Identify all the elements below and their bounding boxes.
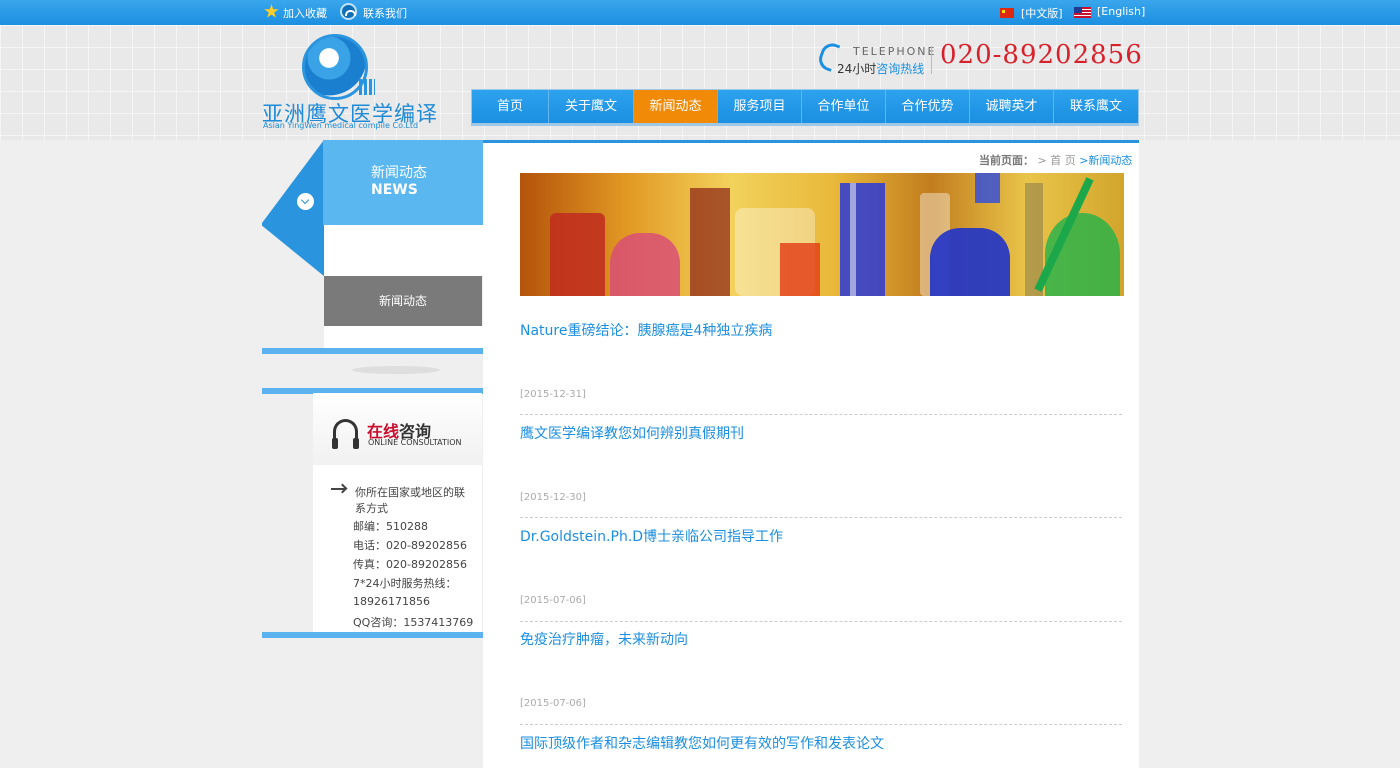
news-separator (520, 621, 1122, 622)
logo-name-en: Asian YingWen medical compile Co.Ltd (263, 121, 419, 130)
news-date-1: [2015-12-31] (520, 389, 586, 400)
sidebar-spacer-bottom (324, 326, 483, 348)
consult-phone: 电话：020-89202856 (353, 539, 467, 552)
hotline-divider (931, 46, 932, 74)
news-title-2[interactable]: 鹰文医学编译教您如何辨别真假期刊 (520, 423, 744, 443)
nav-item-about[interactable]: 关于鹰文 (549, 90, 634, 123)
sidebar-shadow (352, 366, 440, 374)
nav-item-careers[interactable]: 诚聘英才 (970, 90, 1054, 123)
news-separator (520, 724, 1122, 725)
hotline-label-en: TELEPHONE (853, 45, 937, 58)
breadcrumb-label: 当前页面： (979, 154, 1034, 167)
nav-item-services[interactable]: 服务项目 (718, 90, 802, 123)
news-date-4: [2015-07-06] (520, 698, 586, 709)
news-title-4[interactable]: 免疫治疗肿瘤，未来新动向 (520, 629, 688, 649)
consult-hotline-label: 7*24小时服务热线： (353, 577, 457, 590)
consult-bottom-line (262, 632, 483, 638)
consult-intro-line2: 系方式 (355, 502, 388, 515)
main-nav: 首页 关于鹰文 新闻动态 服务项目 合作单位 合作优势 诚聘英才 联系鹰文 (472, 90, 1138, 123)
hotline-label-highlight: 咨询热线 (876, 62, 925, 76)
news-separator (520, 517, 1122, 518)
logo-globe-icon[interactable] (302, 34, 375, 100)
nav-item-home[interactable]: 首页 (472, 90, 549, 123)
sidebar-spacer (324, 225, 483, 276)
news-date-2: [2015-12-30] (520, 492, 586, 503)
chevron-down-icon[interactable] (297, 193, 314, 210)
news-title-3[interactable]: Dr.Goldstein.Ph.D博士亲临公司指导工作 (520, 526, 783, 546)
breadcrumb-current: >新闻动态 (1079, 154, 1133, 167)
consult-hotline-number: 18926171856 (353, 595, 430, 608)
consult-qq: QQ咨询：1537413769 (353, 616, 474, 629)
top-bar: 加入收藏 联系我们 [中文版] [English] (0, 0, 1400, 25)
sidebar-divider (262, 348, 483, 354)
consult-intro-line1: 你所在国家或地区的联 (355, 486, 465, 499)
contact-link[interactable]: 联系我们 (363, 5, 407, 21)
phone-icon (340, 3, 357, 20)
breadcrumb: 当前页面： > 首 页 >新闻动态 (979, 152, 1132, 168)
news-date-3: [2015-07-06] (520, 595, 586, 606)
us-flag-icon (1074, 7, 1091, 18)
star-icon (264, 4, 279, 18)
sidebar-title: 新闻动态 (371, 165, 427, 181)
consult-postcode: 邮编：510288 (353, 520, 428, 533)
lang-cn-link[interactable]: [中文版] (1021, 5, 1063, 21)
news-title-1[interactable]: Nature重磅结论：胰腺癌是4种独立疾病 (520, 320, 772, 340)
consult-fax: 传真：020-89202856 (353, 558, 467, 571)
nav-item-advantages[interactable]: 合作优势 (886, 90, 970, 123)
news-title-5[interactable]: 国际顶级作者和杂志编辑教您如何更有效的写作和发表论文 (520, 733, 884, 753)
nav-item-partners[interactable]: 合作单位 (802, 90, 886, 123)
arrow-right-icon (331, 488, 345, 490)
nav-item-contact[interactable]: 联系鹰文 (1054, 90, 1138, 123)
hotline-label-prefix: 24小时 (837, 62, 877, 76)
headset-icon (332, 419, 359, 449)
hotline-label-cn: 24小时咨询热线 (837, 60, 924, 77)
nav-item-news[interactable]: 新闻动态 (634, 90, 718, 123)
news-separator (520, 414, 1122, 415)
bookmark-link[interactable]: 加入收藏 (283, 5, 327, 21)
breadcrumb-home[interactable]: > 首 页 (1038, 154, 1076, 167)
lang-en-link[interactable]: [English] (1097, 5, 1145, 18)
sidebar-title-en: NEWS (371, 182, 418, 198)
hotline-number: 020-89202856 (940, 40, 1143, 70)
banner-image (520, 173, 1124, 296)
sidebar-item-news[interactable]: 新闻动态 (324, 276, 482, 326)
consult-subtitle: ONLINE CONSULTATION (368, 438, 462, 447)
china-flag-icon (1000, 8, 1014, 18)
